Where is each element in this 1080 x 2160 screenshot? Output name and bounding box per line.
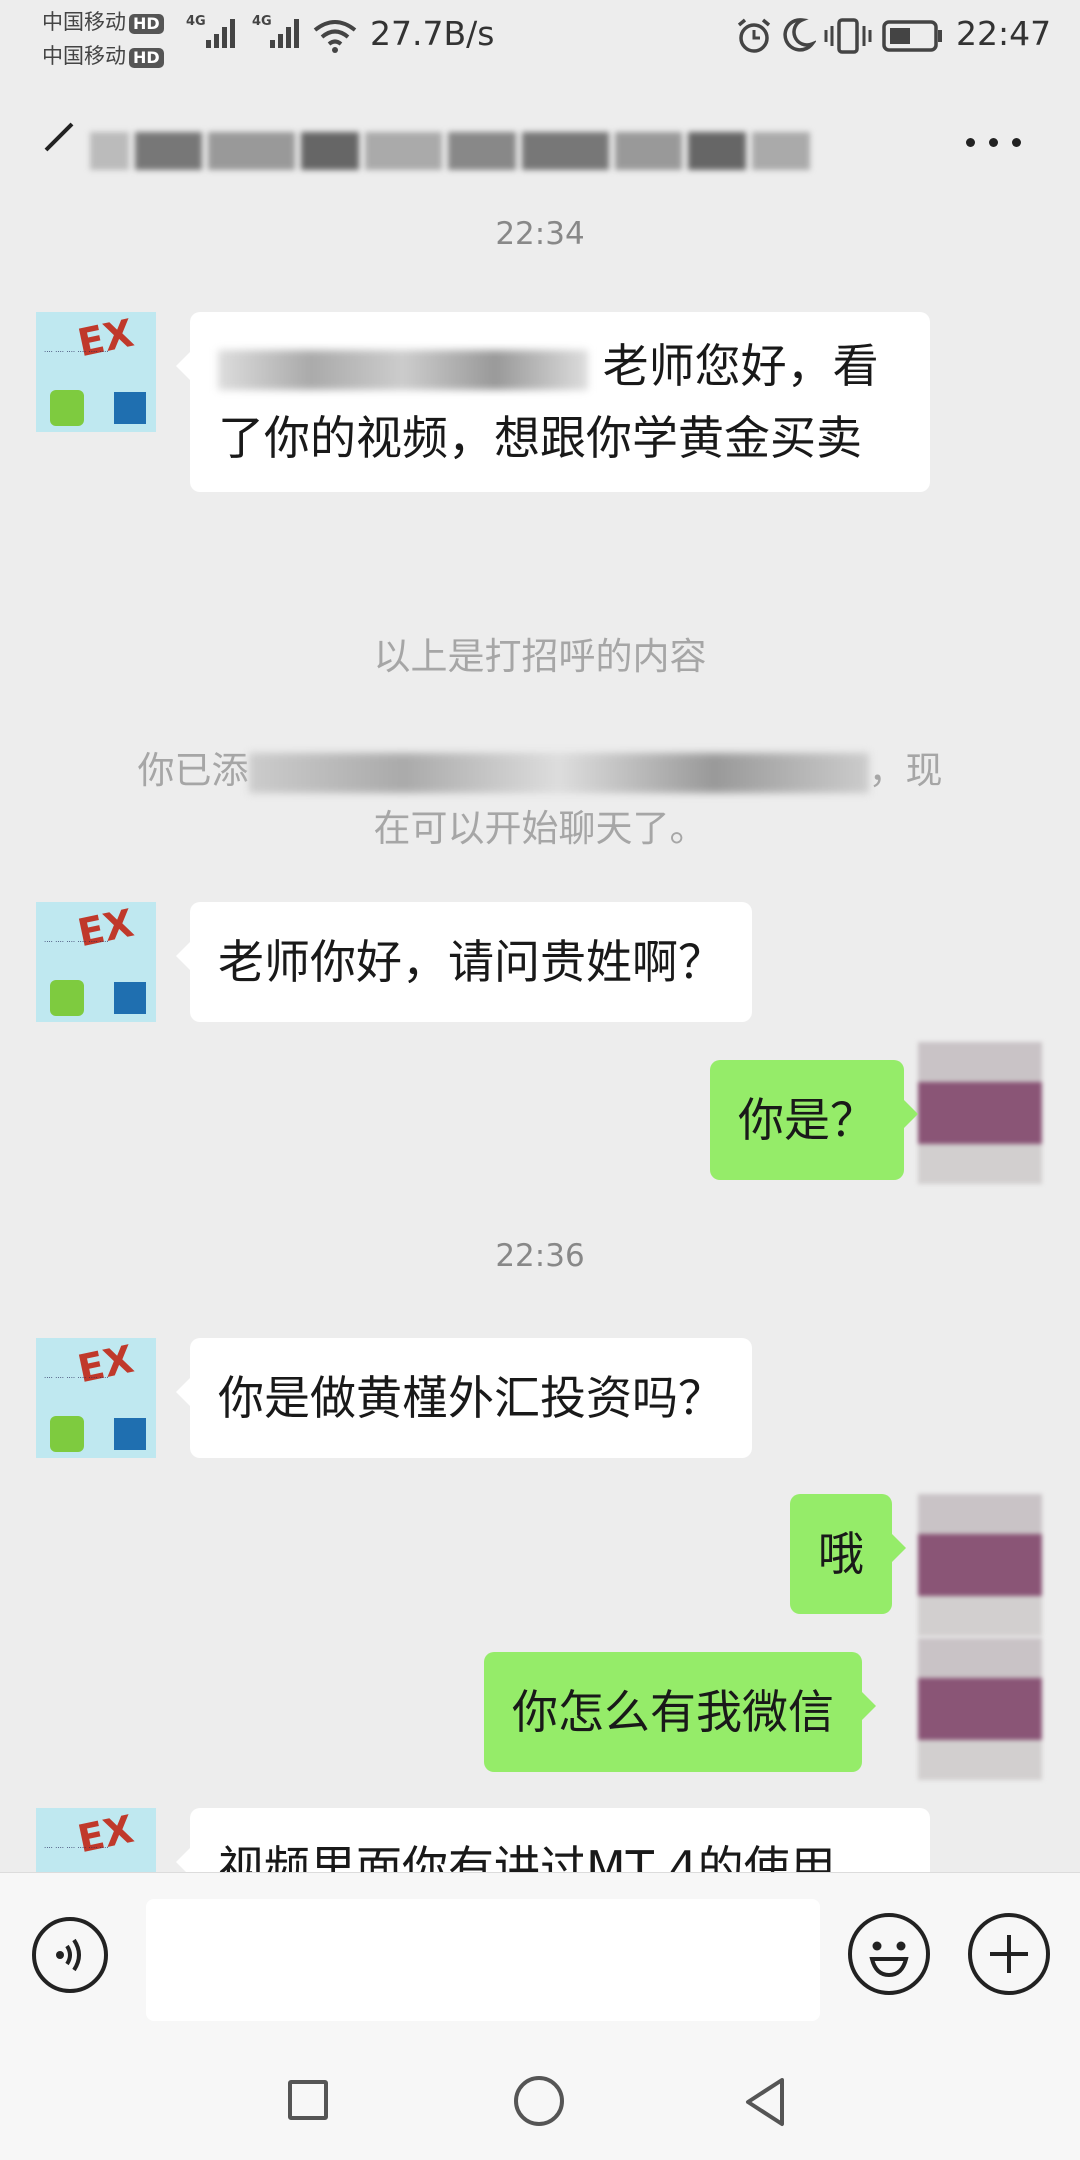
contact-avatar[interactable]: EX ···· ···· ···· ···· ···· ···· [36,1338,156,1458]
back-arrow-icon[interactable] [34,114,82,162]
moon-icon [783,18,816,52]
incoming-message[interactable]: 老师你好，请问贵姓啊？ [176,902,752,1022]
chat-messages[interactable]: 22:34 EX ···· ···· ···· ···· ···· ···· 老师… [0,216,1080,1872]
emoji-icon[interactable] [848,1913,930,1995]
status-bar: 中国移动 HD 中国移动 HD 4G 4G 27.7B/s 22:47 [0,0,1080,70]
system-added-line-2: 在可以开始聊天了。 [373,807,707,850]
outgoing-message[interactable]: 你是？ [710,1060,918,1180]
message-timestamp: 22:36 [495,1238,585,1274]
vibrate-icon [824,18,872,54]
incoming-message[interactable]: 你是做黄槿外汇投资吗？ [176,1338,752,1458]
network-type-1: 4G [186,14,206,29]
incoming-message[interactable]: 视频里面你有讲过MT 4的使用 [176,1808,930,1872]
message-text: 你是？ [738,1093,876,1147]
carrier-1: 中国移动 HD [42,6,164,36]
message-text: 视频里面你有讲过MT 4的使用 [218,1841,836,1872]
more-dots-icon[interactable] [964,130,1024,154]
hd-badge: HD [129,14,164,34]
voice-icon[interactable] [32,1917,108,1993]
system-greeting-note: 以上是打招呼的内容 [373,635,707,678]
alarm-icon [737,18,771,53]
user-avatar[interactable] [918,1494,1042,1636]
message-text: 你是做黄槿外汇投资吗？ [218,1371,724,1425]
signal-icon-2 [270,19,299,48]
user-avatar[interactable] [918,1638,1042,1780]
input-bar [0,1872,1080,2037]
contact-avatar[interactable]: EX ···· ···· ···· ···· ···· ···· [36,902,156,1022]
contact-avatar[interactable]: EX ···· ···· ···· ···· ···· ···· [36,312,156,432]
outgoing-message[interactable]: 你怎么有我微信 [484,1652,876,1772]
message-input[interactable] [146,1899,820,2021]
message-timestamp: 22:34 [495,216,585,252]
carrier-2-label: 中国移动 [42,44,126,68]
message-text: 哦 [818,1527,864,1581]
chat-header [0,70,1080,216]
contact-avatar[interactable]: EX ···· ···· ···· ···· ···· ···· [36,1808,156,1872]
signal-icon [206,19,235,48]
network-speed: 27.7B/s [370,14,495,53]
system-added-prefix: 你已添 [137,749,249,792]
hd-badge-2: HD [129,48,164,68]
message-text: 你怎么有我微信 [512,1685,834,1739]
status-time: 22:47 [956,14,1052,53]
wifi-icon [313,20,357,53]
system-added-note: 你已添 ，现 在可以开始聊天了。 [90,742,990,858]
system-added-suffix: ，现 [868,749,943,792]
home-button[interactable] [514,2076,564,2126]
message-text: 老师你好，请问贵姓啊？ [218,935,724,989]
system-nav-bar [0,2036,1080,2160]
plus-icon[interactable] [968,1913,1050,1995]
carrier-1-label: 中国移动 [42,10,126,34]
back-button[interactable] [742,2076,788,2128]
user-avatar[interactable] [918,1042,1042,1184]
contact-name-redacted [90,120,810,186]
outgoing-message[interactable]: 哦 [790,1494,906,1614]
incoming-message[interactable]: 老师您好，看了你的视频，想跟你学黄金买卖 [176,312,930,492]
recent-apps-button[interactable] [288,2080,328,2120]
carrier-2: 中国移动 HD [42,40,164,70]
battery-icon [882,20,942,52]
redacted-text [248,752,869,793]
redacted-text [218,349,588,390]
